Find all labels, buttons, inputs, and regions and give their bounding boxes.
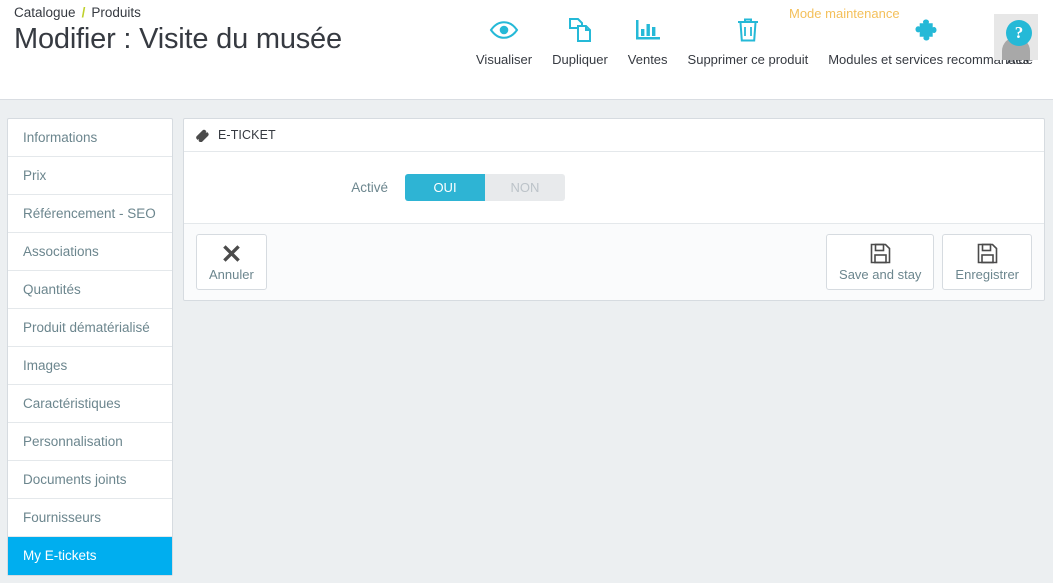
sidebar-label-personnalisation: Personnalisation xyxy=(23,434,123,449)
toolbar-label-visualiser: Visualiser xyxy=(476,52,533,67)
toolbar-button-supprimer[interactable]: Supprimer ce produit xyxy=(678,14,819,67)
maintenance-mode-badge: Mode maintenance xyxy=(789,6,900,21)
panel-header-title: E-TICKET xyxy=(218,127,276,142)
sidebar-item-fournisseurs[interactable]: Fournisseurs xyxy=(8,499,172,537)
sidebar-label-prix: Prix xyxy=(23,168,47,183)
sidebar-label-my-e-tickets: My E-tickets xyxy=(23,548,97,563)
product-tabs-sidebar: Informations Prix Référencement - SEO As… xyxy=(7,118,173,576)
panel-footer: Annuler Save and stay Enregistrer xyxy=(184,223,1044,300)
page-content: Informations Prix Référencement - SEO As… xyxy=(0,100,1053,583)
sidebar-item-personnalisation[interactable]: Personnalisation xyxy=(8,423,172,461)
toggle-option-non[interactable]: NON xyxy=(485,174,565,201)
sidebar-label-quantites: Quantités xyxy=(23,282,81,297)
toggle-option-oui[interactable]: OUI xyxy=(405,174,485,201)
form-row-active: Activé OUI NON xyxy=(196,174,1032,201)
sidebar-item-quantites[interactable]: Quantités xyxy=(8,271,172,309)
toolbar-button-visualiser[interactable]: Visualiser xyxy=(466,14,542,67)
panel-body: Activé OUI NON xyxy=(184,152,1044,223)
breadcrumb-current[interactable]: Produits xyxy=(91,5,141,20)
sidebar-item-images[interactable]: Images xyxy=(8,347,172,385)
ticket-icon xyxy=(196,129,211,142)
toolbar-button-ventes[interactable]: Ventes xyxy=(618,14,678,67)
sidebar-item-documents-joints[interactable]: Documents joints xyxy=(8,461,172,499)
help-circle-icon: ? xyxy=(1006,20,1032,46)
toolbar-label-dupliquer: Dupliquer xyxy=(552,52,608,67)
breadcrumb: Catalogue / Produits xyxy=(14,5,141,20)
toolbar-button-dupliquer[interactable]: Dupliquer xyxy=(542,14,618,67)
footer-save-actions: Save and stay Enregistrer xyxy=(826,234,1032,290)
toolbar-label-supprimer: Supprimer ce produit xyxy=(687,52,809,67)
toolbar-label-ventes: Ventes xyxy=(627,52,668,67)
floppy-disk-icon xyxy=(870,242,891,264)
page-header: Catalogue / Produits Modifier : Visite du … xyxy=(0,0,1053,100)
sidebar-item-my-e-tickets[interactable]: My E-tickets xyxy=(8,537,172,575)
label-active: Activé xyxy=(351,180,388,195)
sidebar-item-caracteristiques[interactable]: Caractéristiques xyxy=(8,385,172,423)
sidebar-item-associations[interactable]: Associations xyxy=(8,233,172,271)
trash-icon xyxy=(736,14,760,46)
eticket-panel: E-TICKET Activé OUI NON Annuler Save and… xyxy=(183,118,1045,301)
eye-icon xyxy=(489,14,519,46)
sidebar-label-images: Images xyxy=(23,358,68,373)
save-and-stay-label: Save and stay xyxy=(839,267,922,282)
sidebar-label-fournisseurs: Fournisseurs xyxy=(23,510,102,525)
cancel-button-label: Annuler xyxy=(209,267,254,282)
page-title: Modifier : Visite du musée xyxy=(14,23,342,55)
active-toggle-switch[interactable]: OUI NON xyxy=(405,174,565,201)
help-icon-group: ? xyxy=(994,14,1038,60)
save-button[interactable]: Enregistrer xyxy=(942,234,1032,290)
sidebar-label-produit-dematerialise: Produit dématérialisé xyxy=(23,320,150,335)
sidebar-label-caracteristiques: Caractéristiques xyxy=(23,396,121,411)
puzzle-icon xyxy=(915,14,943,46)
save-button-label: Enregistrer xyxy=(955,267,1019,282)
sidebar-label-associations: Associations xyxy=(23,244,99,259)
breadcrumb-parent[interactable]: Catalogue xyxy=(14,5,76,20)
help-button[interactable]: ? Aide xyxy=(993,14,1047,67)
close-x-icon xyxy=(222,242,241,264)
header-toolbar: Visualiser Dupliquer Ventes Supprimer ce… xyxy=(466,14,1039,67)
floppy-disk-icon xyxy=(977,242,998,264)
sidebar-item-produit-dematerialise[interactable]: Produit dématérialisé xyxy=(8,309,172,347)
sidebar-item-referencement-seo[interactable]: Référencement - SEO xyxy=(8,195,172,233)
save-and-stay-button[interactable]: Save and stay xyxy=(826,234,935,290)
sidebar-item-prix[interactable]: Prix xyxy=(8,157,172,195)
sidebar-label-documents-joints: Documents joints xyxy=(23,472,127,487)
sidebar-label-referencement-seo: Référencement - SEO xyxy=(23,206,156,221)
bar-chart-icon xyxy=(635,14,661,46)
sidebar-item-informations[interactable]: Informations xyxy=(8,119,172,157)
copy-icon xyxy=(567,14,593,46)
cancel-button[interactable]: Annuler xyxy=(196,234,267,290)
sidebar-label-informations: Informations xyxy=(23,130,98,145)
panel-header: E-TICKET xyxy=(184,119,1044,152)
breadcrumb-separator: / xyxy=(81,5,86,20)
